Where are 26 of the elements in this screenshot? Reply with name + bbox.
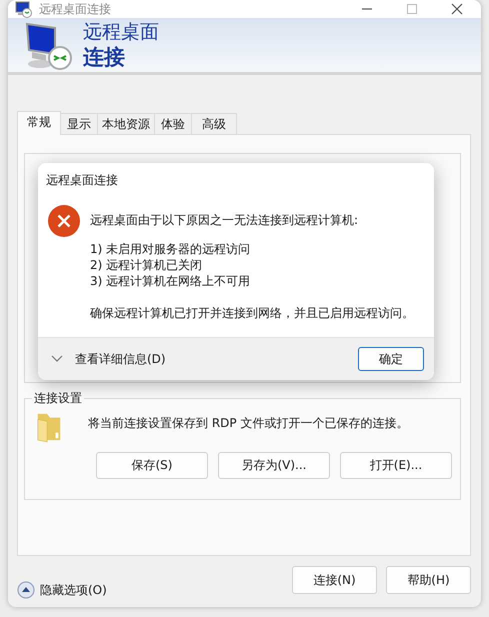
reason-text: 3) 远程计算机在网络上不可用 (90, 273, 252, 289)
reason-text: 2) 远程计算机已关闭 (90, 257, 204, 273)
ok-button[interactable]: 确定 (358, 347, 424, 371)
banner-title: 连接 (83, 44, 126, 70)
tab[interactable]: 高级 (191, 113, 237, 134)
error-icon (48, 205, 80, 237)
banner-title: 远程桌面 (83, 20, 159, 44)
group-label: 连接设置 (32, 390, 84, 407)
description-text: 将当前连接设置保存到 RDP 文件或打开一个已保存的连接。 (88, 415, 410, 432)
close-icon[interactable] (451, 3, 463, 15)
details-toggle[interactable]: 查看详细信息(D) (75, 350, 166, 368)
window-title: 远程桌面连接 (39, 0, 111, 18)
dialog-title: 远程桌面连接 (45, 172, 119, 189)
button[interactable]: 打开(E)... (340, 452, 452, 479)
button[interactable]: 另存为(V)... (218, 452, 330, 479)
collapse-icon[interactable] (17, 581, 35, 599)
tab[interactable]: 常规 (17, 111, 61, 135)
computer-icon (24, 22, 74, 72)
button[interactable]: 保存(S) (96, 452, 208, 479)
button[interactable]: 帮助(H) (386, 566, 471, 594)
options-link[interactable]: 隐藏选项(O) (40, 582, 107, 598)
chevron-icon[interactable] (51, 355, 63, 363)
button[interactable]: 连接(N) (292, 566, 377, 594)
reason-text: 1) 未启用对服务器的远程访问 (90, 241, 252, 257)
message-text: 远程桌面由于以下原因之一无法连接到远程计算机: (90, 212, 360, 228)
message-text: 确保远程计算机已打开并连接到网络，并且已启用远程访问。 (90, 305, 414, 321)
